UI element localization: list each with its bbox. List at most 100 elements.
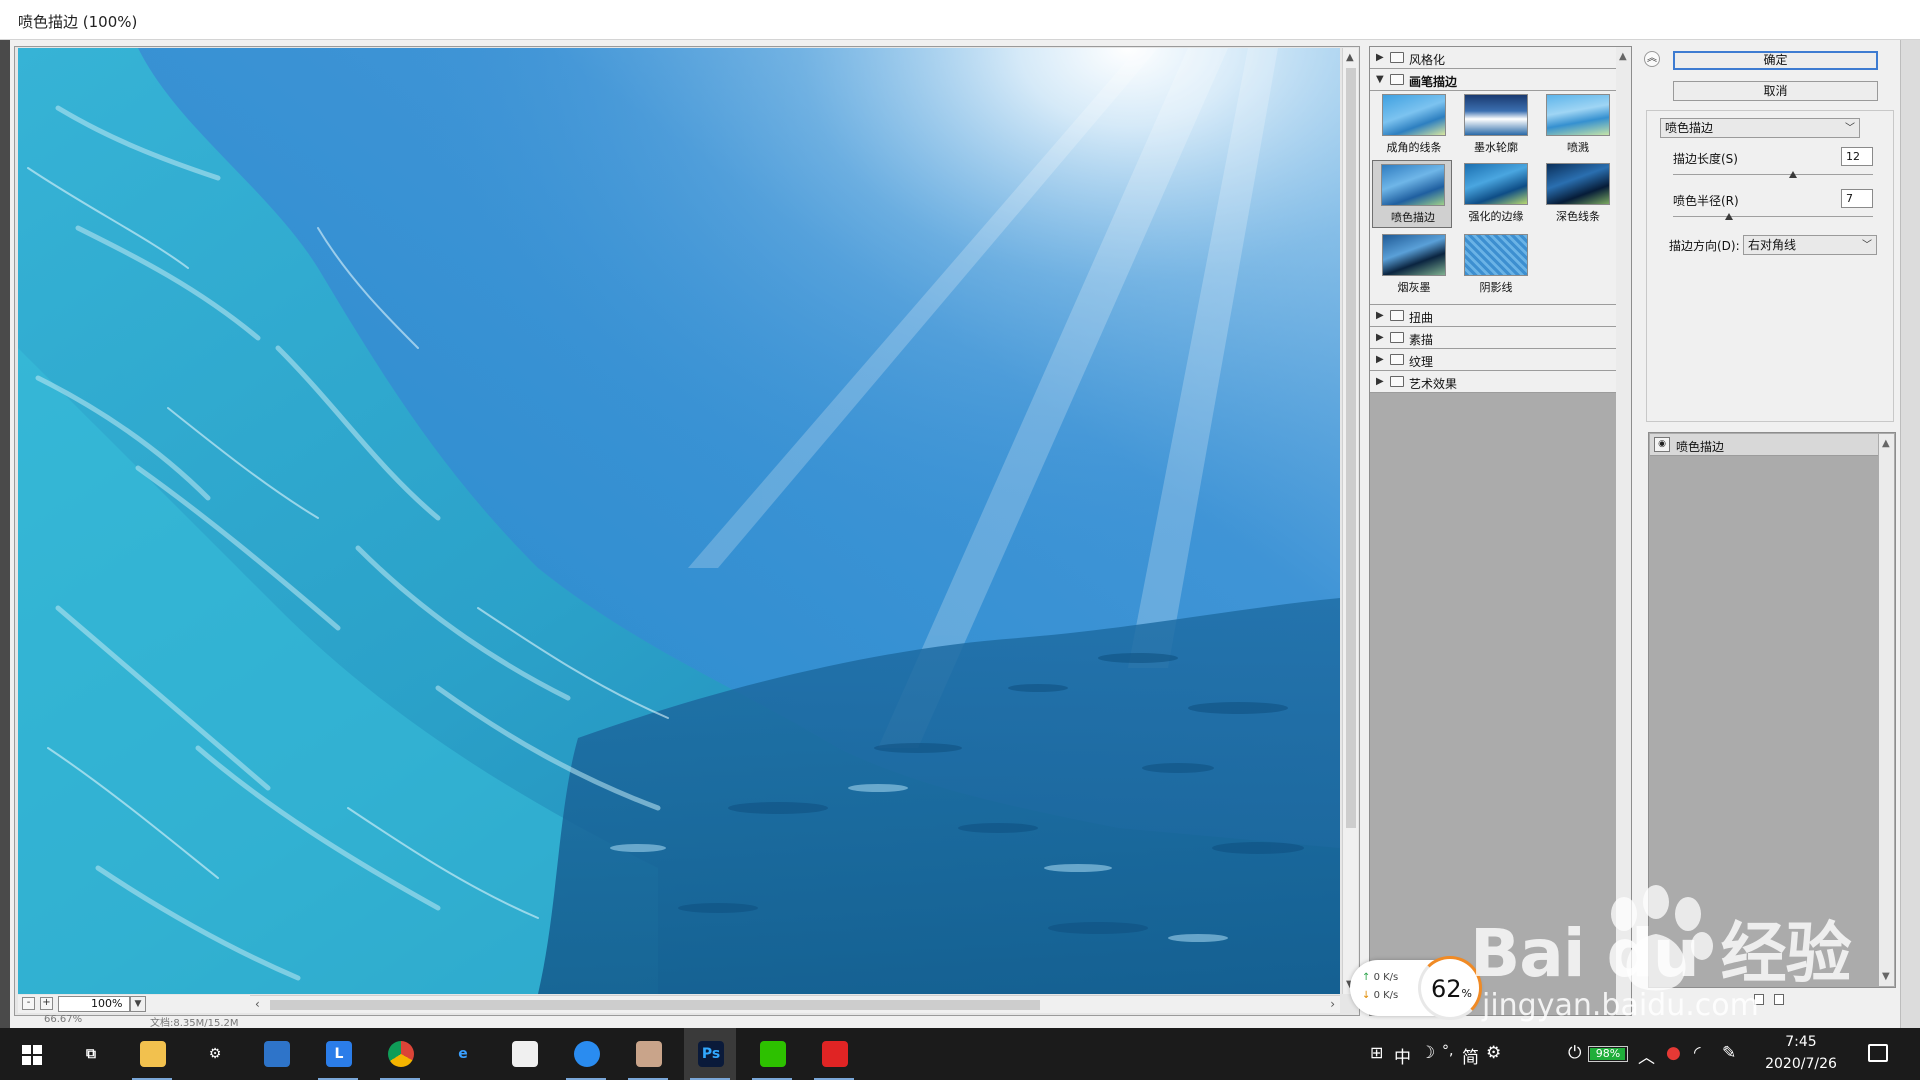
scroll-left-arrow-icon[interactable]: ‹ (255, 997, 260, 1011)
filter-thumb-spatter[interactable]: 喷溅 (1538, 91, 1618, 159)
ime-simplified[interactable]: 简 (1462, 1043, 1479, 1068)
effect-layer-item[interactable]: ◉ 喷色描边 (1650, 434, 1878, 456)
filter-thumb-angled-strokes[interactable]: 成角的线条 (1374, 91, 1454, 159)
spray-radius-slider-track[interactable] (1673, 216, 1873, 217)
scroll-up-arrow-icon[interactable]: ▲ (1346, 52, 1354, 63)
netease-music-icon (822, 1041, 848, 1067)
category-brush-strokes[interactable]: ▼ 画笔描边 (1370, 69, 1617, 91)
filter-thumb-sumi-e[interactable]: 烟灰墨 (1374, 231, 1454, 299)
expand-triangle-icon[interactable]: ▶ (1376, 376, 1384, 387)
zoom-level-field[interactable]: 100% (58, 996, 130, 1012)
taskbar-app-avatar-app[interactable] (622, 1028, 674, 1080)
taskbar-app-wechat[interactable] (746, 1028, 798, 1080)
zoom-controls: - + 100% ▼ (18, 995, 250, 1013)
ok-button[interactable]: 确定 (1673, 51, 1878, 70)
folder-icon (1390, 332, 1404, 343)
pen-icon[interactable]: ✎ (1722, 1043, 1736, 1063)
category-stylize[interactable]: ▶ 风格化 (1370, 47, 1617, 69)
taskbar-app-settings-gear[interactable]: ⚙ (188, 1028, 240, 1080)
visibility-eye-icon[interactable]: ◉ (1654, 437, 1670, 452)
right-window-edge (1900, 40, 1920, 1028)
folder-icon (1390, 310, 1404, 321)
collapse-gallery-button[interactable]: ︽ (1644, 51, 1660, 67)
expand-triangle-icon[interactable]: ▶ (1376, 354, 1384, 365)
chrome-icon (388, 1041, 414, 1067)
collapse-triangle-icon[interactable]: ▼ (1376, 74, 1384, 85)
filter-thumb-ink-outlines[interactable]: 墨水轮廓 (1456, 91, 1536, 159)
category-label: 艺术效果 (1409, 377, 1458, 391)
zoom-in-button[interactable]: + (40, 997, 53, 1010)
taskbar-app-photos[interactable] (250, 1028, 302, 1080)
stroke-direction-dropdown[interactable]: 右对角线 ﹀ (1743, 235, 1877, 255)
baidu-jingyan-watermark: Bai du 经验 jingyan.baidu.com (1470, 880, 1890, 1030)
thumb-label: 强化的边缘 (1468, 210, 1524, 223)
taskbar-app-photoshop[interactable]: Ps (684, 1028, 736, 1080)
document-status-strip: 66.67% 文档:8.35M/15.2M (14, 1014, 1360, 1029)
notification-center-icon[interactable] (1868, 1044, 1888, 1062)
stroke-length-input[interactable]: 12 (1841, 147, 1873, 166)
watermark-url: jingyan.baidu.com (1482, 988, 1759, 1023)
category-sketch[interactable]: ▶ 素描 (1370, 327, 1617, 349)
thumb-label: 喷溅 (1567, 141, 1589, 154)
battery-indicator[interactable]: 98% (1588, 1046, 1628, 1062)
power-plug-icon[interactable]: ⏻ (1568, 1043, 1581, 1063)
expand-triangle-icon[interactable]: ▶ (1376, 332, 1384, 343)
spray-radius-slider-knob[interactable] (1725, 213, 1733, 220)
photos-icon (264, 1041, 290, 1067)
expand-triangle-icon[interactable]: ▶ (1376, 310, 1384, 321)
input-mode-icon[interactable]: ⊞ (1370, 1043, 1383, 1062)
taskbar-app-file-explorer[interactable] (126, 1028, 178, 1080)
filter-thumb-sprayed-strokes[interactable]: 喷色描边 (1372, 160, 1452, 228)
cancel-button[interactable]: 取消 (1673, 81, 1878, 101)
ime-language[interactable]: 中 (1394, 1043, 1411, 1068)
filter-thumb-dark-strokes[interactable]: 深色线条 (1538, 160, 1618, 228)
scroll-up-arrow-icon[interactable]: ▲ (1619, 51, 1627, 62)
category-distort[interactable]: ▶ 扭曲 (1370, 305, 1617, 327)
taskbar-app-app-l[interactable]: L (312, 1028, 364, 1080)
clock-date[interactable]: 2020/7/26 (1756, 1056, 1846, 1072)
expand-triangle-icon[interactable]: ▶ (1376, 52, 1384, 63)
clock-time[interactable]: 7:45 (1766, 1034, 1836, 1050)
ime-punctuation-icon[interactable]: °, (1442, 1043, 1453, 1059)
thumbnail-image (1464, 94, 1528, 136)
filter-thumb-crosshatch[interactable]: 阴影线 (1456, 231, 1536, 299)
thumbnail-image (1382, 234, 1446, 276)
scroll-up-arrow-icon[interactable]: ▲ (1882, 438, 1890, 449)
taskbar-app-task-view[interactable]: ⧉ (64, 1028, 116, 1080)
taskbar-app-netease-music[interactable] (808, 1028, 860, 1080)
taskbar-app-chrome[interactable] (374, 1028, 426, 1080)
ime-moon-icon[interactable]: ☽ (1420, 1043, 1435, 1063)
zoom-dropdown-chevron-icon[interactable]: ▼ (130, 996, 146, 1012)
scroll-thumb[interactable] (270, 1000, 1040, 1010)
ime-settings-gear-icon[interactable]: ⚙ (1486, 1043, 1501, 1063)
category-label: 扭曲 (1409, 311, 1434, 325)
filter-select-dropdown[interactable]: 喷色描边 ﹀ (1660, 118, 1860, 138)
scroll-thumb[interactable] (1346, 68, 1356, 828)
zoom-out-button[interactable]: - (22, 997, 35, 1010)
store-icon (512, 1041, 538, 1067)
preview-image[interactable] (18, 48, 1340, 994)
photoshop-icon: Ps (698, 1041, 724, 1067)
show-hidden-icons-chevron-icon[interactable]: ︿ (1638, 1043, 1655, 1068)
stroke-direction-label: 描边方向(D): (1669, 239, 1740, 253)
thumb-label: 成角的线条 (1386, 141, 1442, 154)
category-label: 风格化 (1409, 53, 1446, 67)
category-artistic[interactable]: ▶ 艺术效果 (1370, 371, 1617, 393)
stroke-length-slider-track[interactable] (1673, 174, 1873, 175)
spray-radius-input[interactable]: 7 (1841, 189, 1873, 208)
preview-horizontal-scrollbar[interactable]: ‹ › (250, 995, 1340, 1013)
scroll-right-arrow-icon[interactable]: › (1330, 997, 1335, 1011)
wifi-icon[interactable]: ◜ (1694, 1043, 1701, 1063)
gallery-scrollbar[interactable]: ▲ (1616, 47, 1631, 1015)
taskbar-app-store[interactable] (498, 1028, 550, 1080)
filter-thumb-accented-edges[interactable]: 强化的边缘 (1456, 160, 1536, 228)
qq-tray-icon[interactable]: ● (1666, 1043, 1681, 1063)
thumb-label: 烟灰墨 (1397, 281, 1431, 294)
taskbar-app-search-app[interactable] (560, 1028, 612, 1080)
preview-vertical-scrollbar[interactable]: ▲ ▼ (1342, 48, 1358, 994)
start-button[interactable] (4, 1028, 56, 1080)
stroke-length-slider-knob[interactable] (1789, 171, 1797, 178)
category-texture[interactable]: ▶ 纹理 (1370, 349, 1617, 371)
gauge-percent: 62% (1431, 975, 1472, 1003)
taskbar-app-edge-ie[interactable]: e (436, 1028, 488, 1080)
